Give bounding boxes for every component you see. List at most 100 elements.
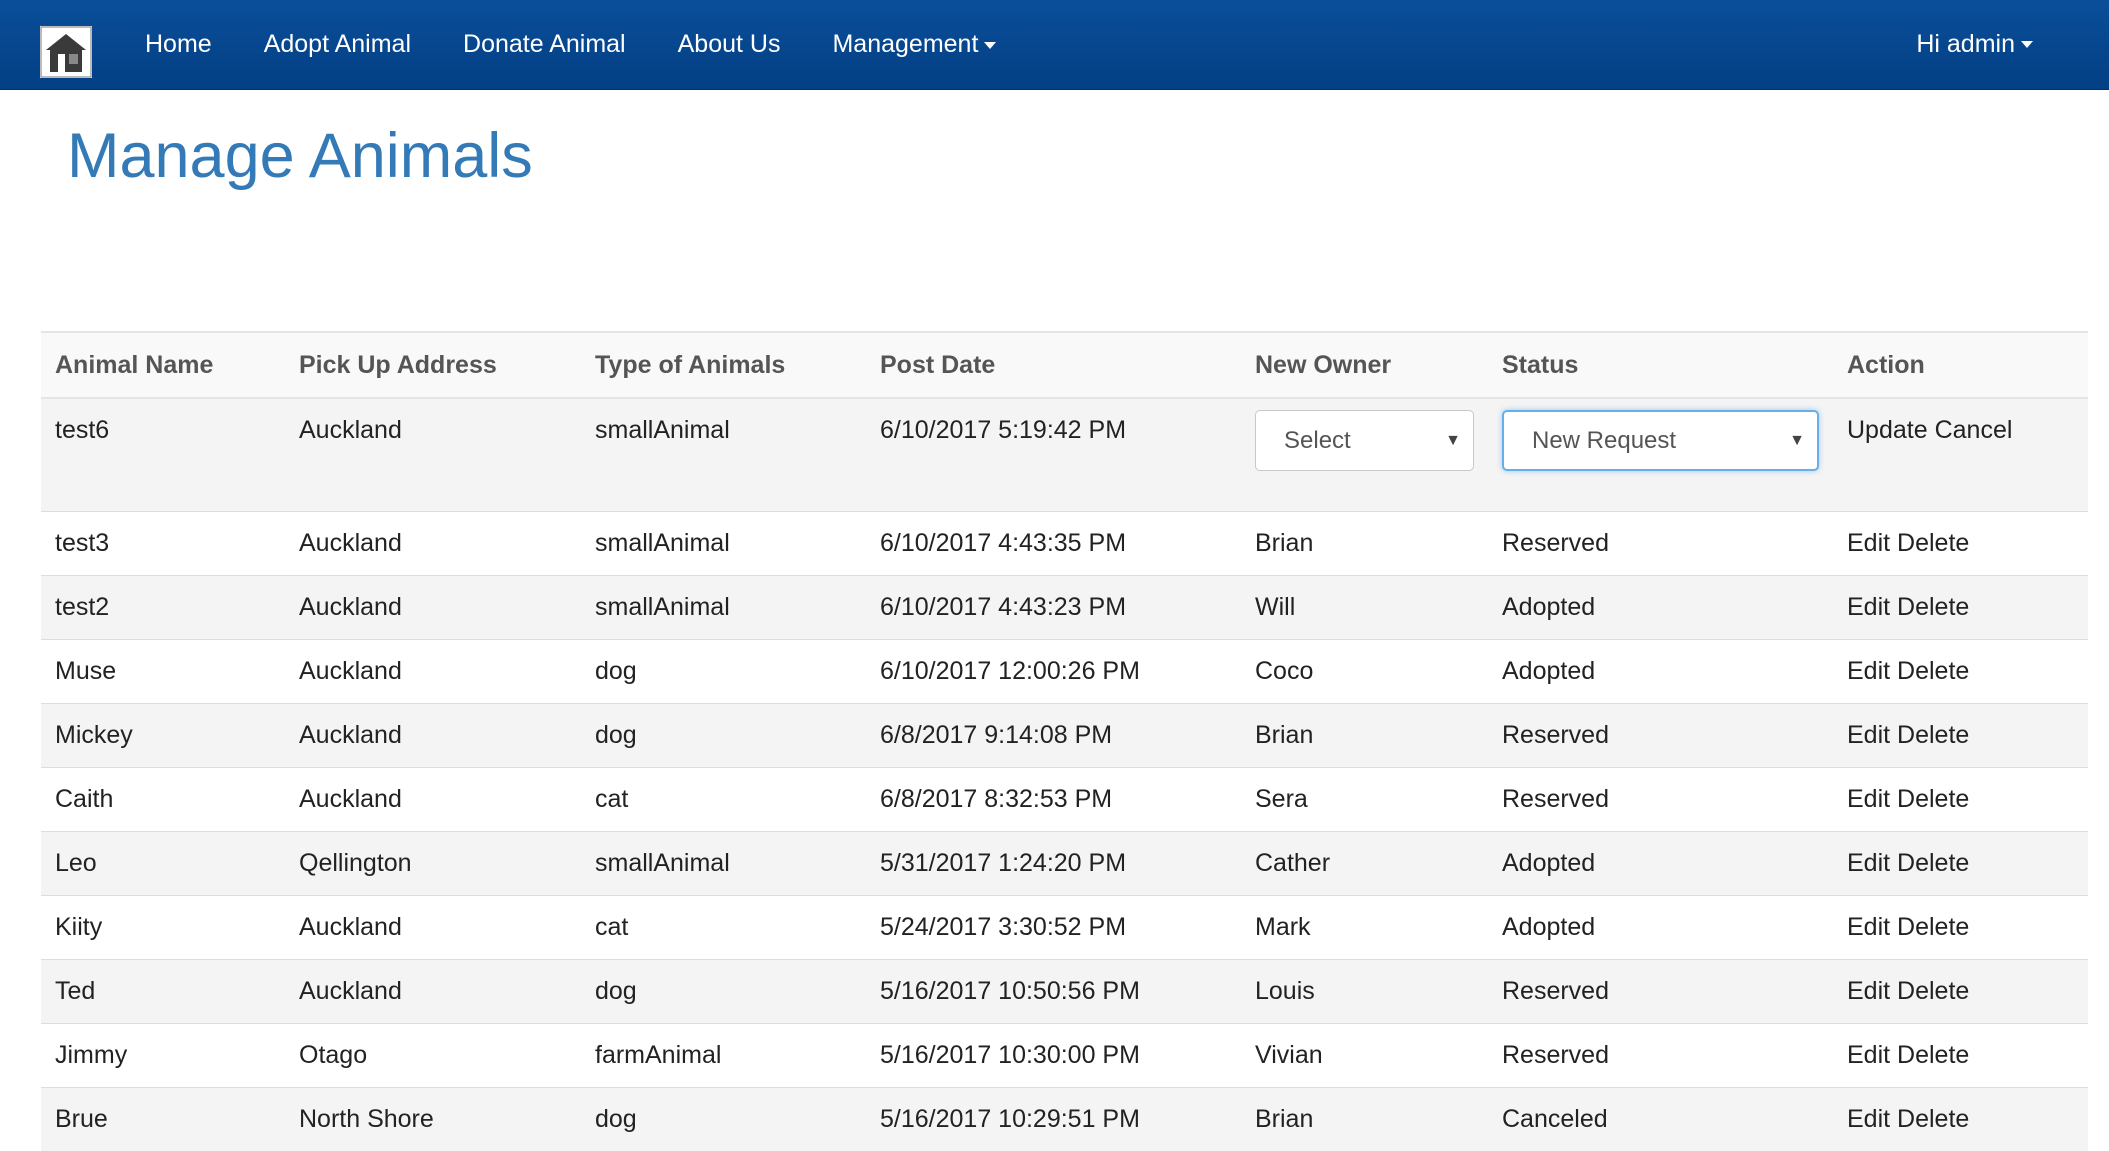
dropdown-arrow-icon: ▼: [1445, 411, 1461, 470]
delete-link[interactable]: Delete: [1897, 593, 1969, 621]
cell-new-owner: Brian: [1241, 1088, 1488, 1151]
status-select[interactable]: New Request ▼: [1502, 410, 1819, 471]
cell-action: Edit Delete: [1833, 512, 2088, 576]
cell-post-date: 5/31/2017 1:24:20 PM: [866, 832, 1241, 896]
cell-post-date: 5/16/2017 10:50:56 PM: [866, 960, 1241, 1024]
cell-status: Adopted: [1488, 832, 1833, 896]
delete-link[interactable]: Delete: [1897, 1041, 1969, 1069]
edit-link[interactable]: Edit: [1847, 721, 1890, 749]
cell-pick-up-address: Auckland: [285, 398, 581, 512]
home-animal-logo-icon[interactable]: [40, 26, 92, 78]
edit-link[interactable]: Edit: [1847, 593, 1890, 621]
new-owner-select[interactable]: Select ▼: [1255, 410, 1474, 471]
caret-down-icon: [984, 42, 996, 49]
cell-new-owner: Louis: [1241, 960, 1488, 1024]
new-owner-select-value: Select: [1284, 427, 1351, 454]
header-type-of-animals: Type of Animals: [581, 332, 866, 398]
edit-link[interactable]: Edit: [1847, 529, 1890, 557]
cell-action: Edit Delete: [1833, 960, 2088, 1024]
cell-type: dog: [581, 960, 866, 1024]
cell-type: farmAnimal: [581, 1024, 866, 1088]
user-menu-dropdown[interactable]: Hi admin: [1916, 0, 2033, 89]
delete-link[interactable]: Delete: [1897, 529, 1969, 557]
edit-link[interactable]: Edit: [1847, 1105, 1890, 1133]
delete-link[interactable]: Delete: [1897, 785, 1969, 813]
delete-link[interactable]: Delete: [1897, 913, 1969, 941]
edit-link[interactable]: Edit: [1847, 1041, 1890, 1069]
cell-animal-name: Jimmy: [41, 1024, 285, 1088]
cell-post-date: 6/10/2017 4:43:35 PM: [866, 512, 1241, 576]
nav-adopt-animal[interactable]: Adopt Animal: [264, 30, 411, 59]
cell-new-owner: Coco: [1241, 640, 1488, 704]
cell-status: Reserved: [1488, 512, 1833, 576]
cell-new-owner: Brian: [1241, 512, 1488, 576]
cell-animal-name: test3: [41, 512, 285, 576]
nav-donate-animal[interactable]: Donate Animal: [463, 30, 626, 59]
cell-new-owner: Sera: [1241, 768, 1488, 832]
nav-home[interactable]: Home: [145, 30, 212, 59]
cell-status: Reserved: [1488, 768, 1833, 832]
table-row: KiityAucklandcat5/24/2017 3:30:52 PMMark…: [41, 896, 2088, 960]
edit-link[interactable]: Edit: [1847, 849, 1890, 877]
nav-management-dropdown[interactable]: Management: [832, 30, 996, 59]
cell-status: Reserved: [1488, 960, 1833, 1024]
cell-type: cat: [581, 768, 866, 832]
table-row: CaithAucklandcat6/8/2017 8:32:53 PMSeraR…: [41, 768, 2088, 832]
cell-animal-name: Leo: [41, 832, 285, 896]
cell-status: Reserved: [1488, 704, 1833, 768]
delete-link[interactable]: Delete: [1897, 657, 1969, 685]
table-row: JimmyOtagofarmAnimal5/16/2017 10:30:00 P…: [41, 1024, 2088, 1088]
cell-status: Adopted: [1488, 640, 1833, 704]
caret-down-icon: [2021, 41, 2033, 48]
cell-status: New Request ▼: [1488, 398, 1833, 512]
cell-status: Adopted: [1488, 896, 1833, 960]
header-status: Status: [1488, 332, 1833, 398]
edit-link[interactable]: Edit: [1847, 977, 1890, 1005]
delete-link[interactable]: Delete: [1897, 721, 1969, 749]
cancel-link[interactable]: Cancel: [1935, 416, 2013, 444]
cell-type: dog: [581, 1088, 866, 1151]
header-pick-up-address: Pick Up Address: [285, 332, 581, 398]
edit-link[interactable]: Edit: [1847, 913, 1890, 941]
cell-pick-up-address: Auckland: [285, 640, 581, 704]
cell-pick-up-address: Auckland: [285, 896, 581, 960]
cell-post-date: 6/10/2017 5:19:42 PM: [866, 398, 1241, 512]
edit-link[interactable]: Edit: [1847, 785, 1890, 813]
cell-action: Edit Delete: [1833, 832, 2088, 896]
cell-pick-up-address: Otago: [285, 1024, 581, 1088]
cell-pick-up-address: Auckland: [285, 512, 581, 576]
cell-action: Edit Delete: [1833, 576, 2088, 640]
cell-new-owner: Brian: [1241, 704, 1488, 768]
edit-link[interactable]: Edit: [1847, 657, 1890, 685]
animals-table: Animal Name Pick Up Address Type of Anim…: [41, 331, 2088, 1151]
delete-link[interactable]: Delete: [1897, 977, 1969, 1005]
header-post-date: Post Date: [866, 332, 1241, 398]
cell-post-date: 5/16/2017 10:30:00 PM: [866, 1024, 1241, 1088]
nav-management-label: Management: [832, 30, 978, 58]
status-select-value: New Request: [1532, 427, 1676, 454]
header-new-owner: New Owner: [1241, 332, 1488, 398]
cell-post-date: 6/10/2017 4:43:23 PM: [866, 576, 1241, 640]
delete-link[interactable]: Delete: [1897, 1105, 1969, 1133]
cell-new-owner: Mark: [1241, 896, 1488, 960]
nav-links: Home Adopt Animal Donate Animal About Us…: [145, 0, 1048, 89]
delete-link[interactable]: Delete: [1897, 849, 1969, 877]
cell-type: dog: [581, 704, 866, 768]
table-row: test2AucklandsmallAnimal6/10/2017 4:43:2…: [41, 576, 2088, 640]
animals-table-container: Animal Name Pick Up Address Type of Anim…: [41, 331, 2088, 1151]
cell-pick-up-address: Auckland: [285, 768, 581, 832]
cell-new-owner: Will: [1241, 576, 1488, 640]
cell-animal-name: Kiity: [41, 896, 285, 960]
page-title: Manage Animals: [67, 120, 533, 192]
cell-animal-name: Caith: [41, 768, 285, 832]
nav-about-us[interactable]: About Us: [678, 30, 781, 59]
update-link[interactable]: Update: [1847, 416, 1928, 444]
header-animal-name: Animal Name: [41, 332, 285, 398]
cell-new-owner: Select ▼: [1241, 398, 1488, 512]
cell-new-owner: Vivian: [1241, 1024, 1488, 1088]
table-edit-row: test6 Auckland smallAnimal 6/10/2017 5:1…: [41, 398, 2088, 512]
cell-animal-name: Muse: [41, 640, 285, 704]
cell-action: Update Cancel: [1833, 398, 2088, 512]
table-row: test3AucklandsmallAnimal6/10/2017 4:43:3…: [41, 512, 2088, 576]
cell-status: Adopted: [1488, 576, 1833, 640]
